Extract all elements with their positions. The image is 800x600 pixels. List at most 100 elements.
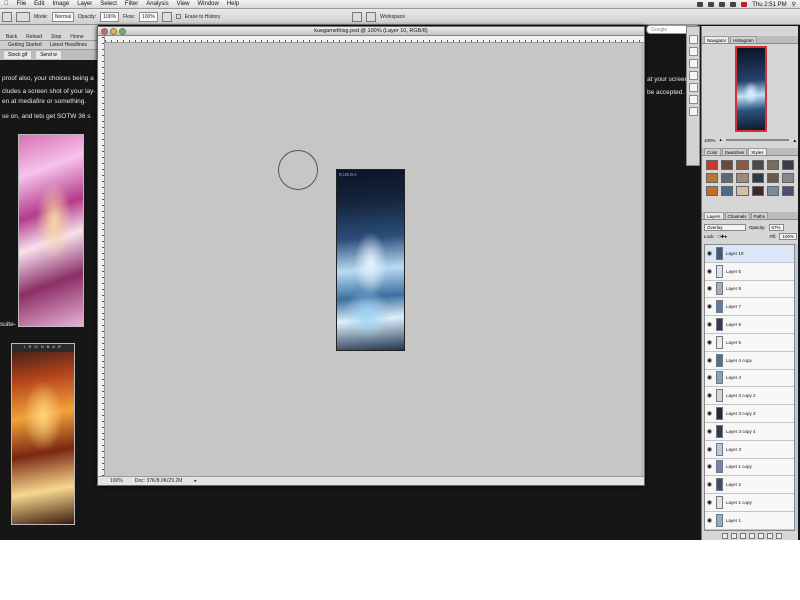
eye-icon[interactable]: ◉ [706,446,713,453]
eye-icon[interactable]: ◉ [706,499,713,506]
navigator-zoom-value[interactable]: 100% [704,138,716,143]
adjustment-layer-icon[interactable] [749,533,755,539]
wifi-icon[interactable] [708,2,715,7]
actions-panel-icon[interactable] [688,71,698,80]
layer-row[interactable]: ◉ Layer 8 [705,281,794,299]
menubar-clock[interactable]: Thu 2:51 PM [752,2,786,8]
style-swatch[interactable] [721,160,734,170]
new-layer-icon[interactable] [767,533,773,539]
eye-icon[interactable]: ◉ [706,339,713,346]
fill-input[interactable]: 100% [779,233,797,240]
eye-icon[interactable]: ◉ [706,428,713,435]
battery-icon[interactable] [730,2,737,7]
document-canvas-artwork[interactable]: KUEGA [336,169,405,351]
browser-tab[interactable]: Stock gif [4,51,32,59]
style-swatch[interactable] [751,186,764,196]
character-panel-icon[interactable] [688,95,698,104]
eraser-tool-icon[interactable] [2,11,12,22]
layer-row[interactable]: ◉ Layer 5 [705,263,794,281]
eye-icon[interactable]: ◉ [706,357,713,364]
eye-icon[interactable]: ◉ [706,321,713,328]
document-size-info[interactable]: Doc: 37K/8.0K/29.2M [135,478,183,484]
layer-style-icon[interactable] [731,533,737,539]
menu-select[interactable]: Select [96,1,121,7]
volume-icon[interactable] [719,2,726,7]
style-swatch[interactable] [736,186,749,196]
eye-icon[interactable]: ◉ [706,285,713,292]
document-titlebar[interactable]: kuegamethisg.psd @ 100% (Layer 10, RGB/8… [98,27,644,36]
zoom-window-button[interactable] [119,28,126,35]
browser-reload-button[interactable]: Reload [26,34,42,40]
web-thumbnail-image[interactable]: I R O N B A R [11,343,75,525]
layers-scrollbar[interactable] [795,244,798,531]
style-swatch[interactable] [706,160,719,170]
menu-view[interactable]: View [173,1,194,7]
history-panel-icon[interactable] [688,59,698,68]
brush-preset-picker[interactable] [16,11,30,22]
tab-paths[interactable]: Paths [750,212,769,219]
menu-file[interactable]: File [13,1,31,7]
tab-layers[interactable]: Layers [704,212,724,219]
style-swatch[interactable] [751,173,764,183]
style-swatch[interactable] [736,173,749,183]
zoom-level[interactable]: 100% [110,478,123,484]
style-swatch[interactable] [721,186,734,196]
erase-to-history-checkbox[interactable] [175,14,181,19]
flag-icon[interactable] [741,2,748,7]
info-panel-icon[interactable] [688,83,698,92]
layer-row[interactable]: ◉ Layer 4 copy [705,352,794,370]
palette-well-icon[interactable] [366,11,377,22]
statusbar-menu-arrow-icon[interactable]: ▸ [194,478,197,484]
layer-row[interactable]: ◉ Layer 4 [705,370,794,388]
eye-icon[interactable]: ◉ [706,517,713,524]
browser-stop-button[interactable]: Stop [51,34,61,40]
layer-row[interactable]: ◉ Layer 1 copy [705,459,794,477]
navigator-preview[interactable] [735,46,767,132]
spotlight-icon[interactable]: ⚲ [792,1,796,8]
menu-analysis[interactable]: Analysis [142,1,172,7]
menu-filter[interactable]: Filter [121,1,142,7]
layer-row[interactable]: ◉ Layer 3 copy 3 [705,405,794,423]
layer-row[interactable]: ◉ Layer 5 [705,334,794,352]
paragraph-panel-icon[interactable] [688,107,698,116]
eye-icon[interactable]: ◉ [706,463,713,470]
eye-icon[interactable]: ◉ [706,481,713,488]
mode-select[interactable]: Normal [51,11,74,22]
tool-preset-icon[interactable] [352,11,363,22]
browser-back-button[interactable]: Back [6,34,17,40]
eye-icon[interactable]: ◉ [706,410,713,417]
layer-row[interactable]: ◉ Layer 1 [705,512,794,530]
link-layers-icon[interactable] [722,533,728,539]
close-window-button[interactable] [101,28,108,35]
eye-icon[interactable]: ◉ [706,374,713,381]
style-swatch[interactable] [721,173,734,183]
style-swatch[interactable] [751,160,764,170]
flow-input[interactable]: 100% [139,11,158,22]
style-swatch[interactable] [766,160,779,170]
style-swatch[interactable] [706,173,719,183]
tab-swatches[interactable]: Swatches [721,148,748,155]
canvas-pasteboard[interactable]: KUEGA [106,44,644,476]
layer-row[interactable]: ◉ Layer 3 [705,441,794,459]
eye-icon[interactable]: ◉ [706,268,713,275]
layer-row[interactable]: ◉ Layer 7 [705,298,794,317]
style-swatch[interactable] [781,173,794,183]
layer-mask-icon[interactable] [740,533,746,539]
tab-navigator[interactable]: Navigator [704,36,730,43]
horizontal-ruler[interactable] [105,36,644,43]
menu-help[interactable]: Help [223,1,243,7]
zoom-in-icon[interactable]: ▲ [793,138,797,143]
layer-row[interactable]: ◉ Layer 1 copy [705,494,794,512]
style-swatch[interactable] [781,186,794,196]
style-swatch[interactable] [736,160,749,170]
apple-menu-icon[interactable]:  [0,1,13,7]
menu-window[interactable]: Window [194,1,223,7]
trash-icon[interactable] [776,533,782,539]
bookmark-getting-started[interactable]: Getting Started [8,42,42,48]
browser-home-button[interactable]: Home [70,34,83,40]
layer-row[interactable]: ◉ Layer 3 copy 4 [705,423,794,441]
document-scrollbar[interactable] [641,43,644,476]
new-group-icon[interactable] [758,533,764,539]
opacity-input[interactable]: 100% [100,11,120,22]
menu-layer[interactable]: Layer [73,1,96,7]
